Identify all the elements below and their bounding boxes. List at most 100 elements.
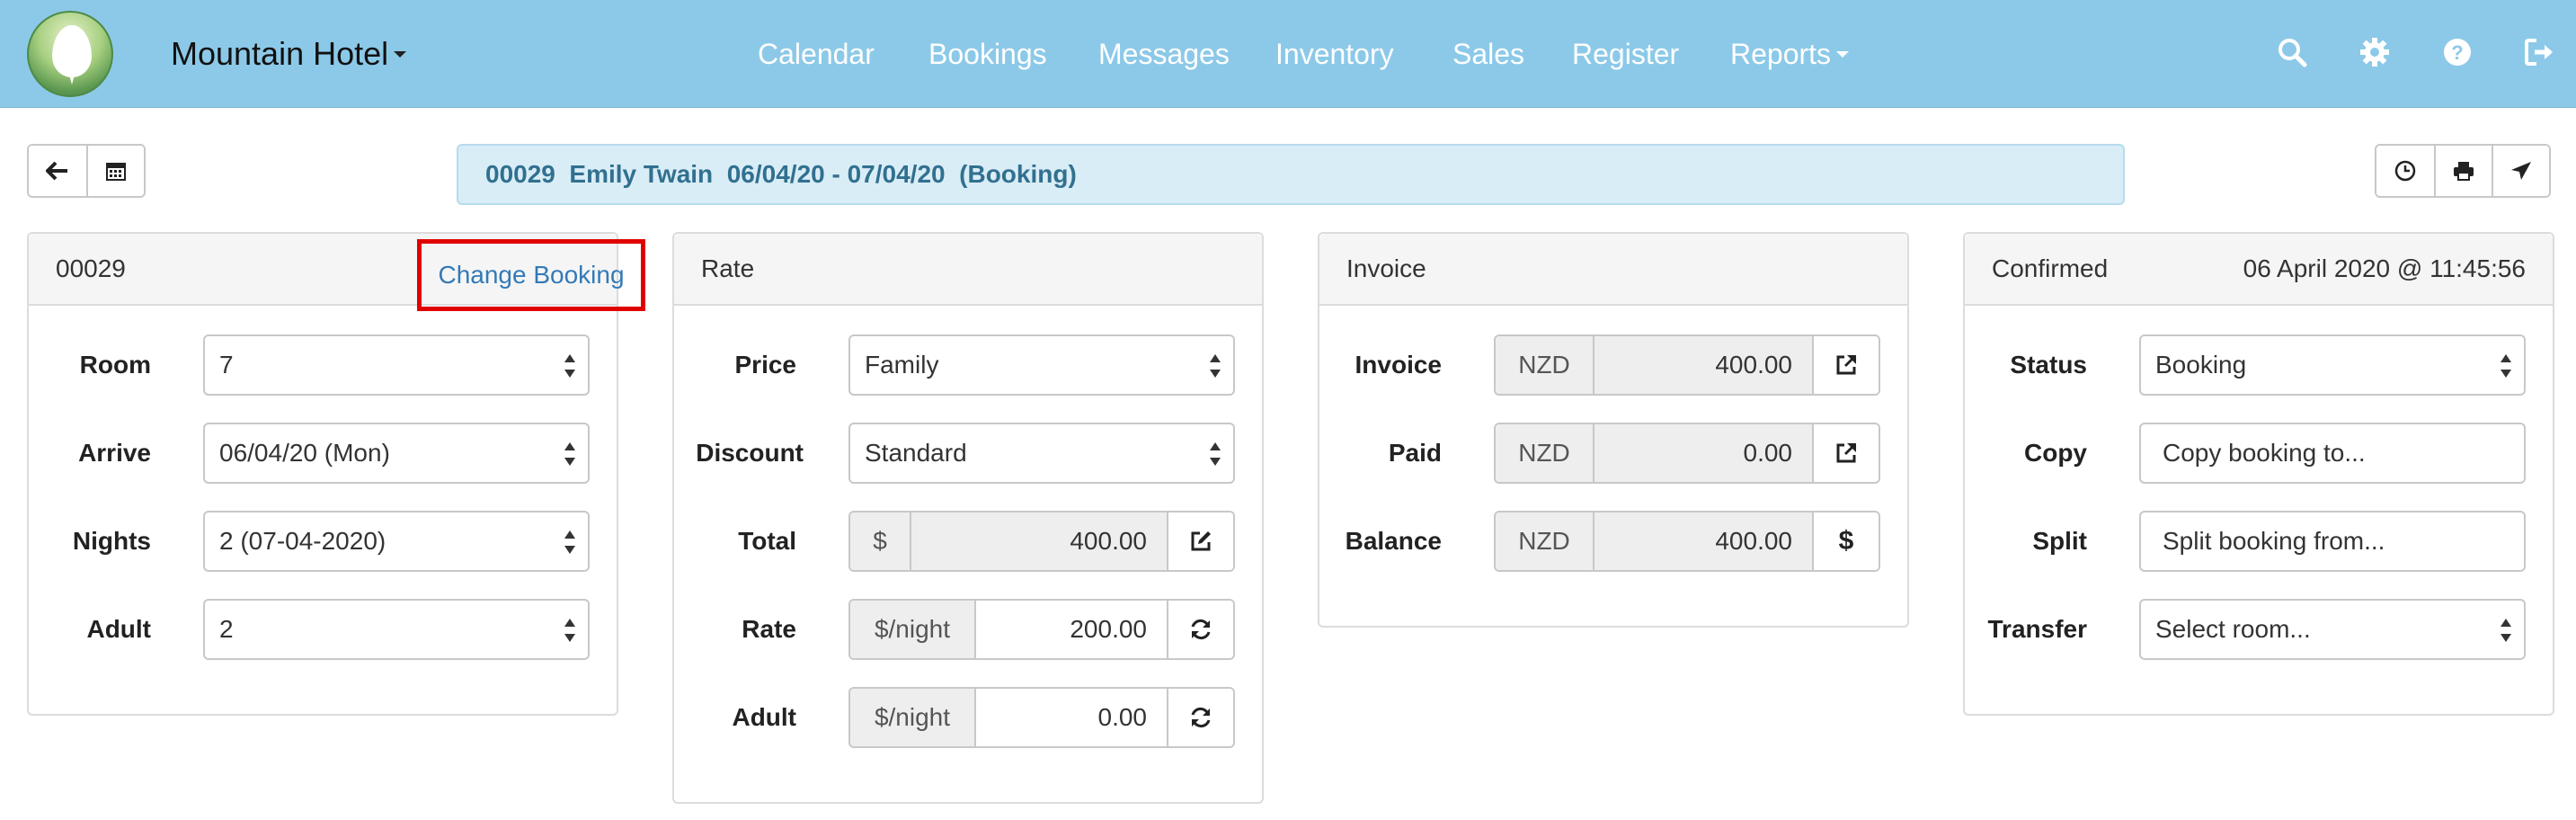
price-value: Family	[865, 351, 939, 379]
rate-field[interactable]: 200.00	[976, 601, 1167, 658]
arrive-select[interactable]: 06/04/20 (Mon)	[203, 423, 590, 484]
edit-total-button[interactable]	[1167, 512, 1233, 570]
rate-unit: $/night	[850, 601, 976, 658]
nav-messages[interactable]: Messages	[1098, 32, 1230, 76]
external-link-icon	[1836, 355, 1856, 375]
dollar-icon: $	[1838, 526, 1854, 556]
nav-inventory[interactable]: Inventory	[1275, 32, 1394, 76]
history-button[interactable]	[2376, 146, 2434, 196]
total-field: 400.00	[911, 512, 1167, 570]
calendar-button[interactable]	[86, 146, 144, 196]
pay-balance-button[interactable]: $	[1812, 512, 1879, 570]
select-arrows-icon	[564, 619, 575, 642]
price-select[interactable]: Family	[848, 334, 1235, 396]
rate-panel-title: Rate	[701, 254, 755, 282]
booking-id: 00029	[56, 254, 126, 282]
adult-rate-label: Adult	[732, 703, 796, 731]
send-icon	[2511, 162, 2531, 180]
balance-currency: NZD	[1496, 512, 1594, 570]
print-button[interactable]	[2434, 146, 2492, 196]
change-booking-link[interactable]: Change Booking	[417, 239, 645, 311]
rate-panel-header: Rate	[674, 234, 1262, 306]
adult-select[interactable]: 2	[203, 599, 590, 660]
hotel-switcher[interactable]: Mountain Hotel	[171, 32, 407, 76]
clock-icon	[2394, 160, 2416, 182]
split-label: Split	[2032, 527, 2087, 555]
rate-input-group: $/night 200.00	[848, 599, 1235, 660]
copy-row: Copy Copy booking to...	[1965, 423, 2553, 484]
room-select[interactable]: 7	[203, 334, 590, 396]
help-icon[interactable]: ?	[2439, 34, 2475, 70]
hotel-name: Mountain Hotel	[171, 35, 389, 72]
nav-sales[interactable]: Sales	[1452, 32, 1524, 76]
adult-rate-field[interactable]: 0.00	[976, 689, 1167, 746]
send-button[interactable]	[2492, 146, 2549, 196]
adult-rate-row: Adult $/night 0.00	[674, 687, 1262, 748]
transfer-placeholder: Select room...	[2155, 615, 2311, 643]
arrow-left-icon	[46, 161, 67, 181]
copy-booking-button[interactable]: Copy booking to...	[2139, 423, 2526, 484]
invoice-panel-header: Invoice	[1319, 234, 1907, 306]
nav-reports-label: Reports	[1730, 38, 1832, 70]
invoice-row: Invoice NZD 400.00	[1319, 334, 1907, 396]
room-label: Room	[79, 351, 151, 379]
select-arrows-icon	[564, 354, 575, 378]
split-booking-button[interactable]: Split booking from...	[2139, 511, 2526, 572]
status-select[interactable]: Booking	[2139, 334, 2526, 396]
paid-input-group: NZD 0.00	[1494, 423, 1880, 484]
paid-label: Paid	[1388, 439, 1442, 467]
status-panel-header: Confirmed 06 April 2020 @ 11:45:56	[1965, 234, 2553, 306]
select-arrows-icon	[1210, 442, 1221, 466]
nav-calendar[interactable]: Calendar	[758, 32, 875, 76]
price-label: Price	[734, 351, 797, 379]
arrive-label: Arrive	[78, 439, 151, 467]
discount-select[interactable]: Standard	[848, 423, 1235, 484]
total-input-group: $ 400.00	[848, 511, 1235, 572]
total-row: Total $ 400.00	[674, 511, 1262, 572]
booking-panel: 00029 Change Booking Room 7 Arrive 06/04…	[27, 232, 645, 716]
print-icon	[2454, 162, 2474, 181]
rate-row: Rate $/night 200.00	[674, 599, 1262, 660]
hotel-logo[interactable]	[27, 11, 113, 97]
total-label: Total	[738, 527, 796, 555]
select-arrows-icon	[1210, 354, 1221, 378]
invoice-panel-title: Invoice	[1346, 254, 1426, 282]
select-arrows-icon	[2500, 354, 2511, 378]
discount-value: Standard	[865, 439, 967, 467]
open-payments-button[interactable]	[1812, 424, 1879, 482]
status-value: Booking	[2155, 351, 2247, 379]
refresh-icon	[1191, 619, 1211, 640]
paid-amount: 0.00	[1594, 424, 1812, 482]
room-row: Room 7	[29, 334, 617, 396]
status-label: Status	[2010, 351, 2087, 379]
nav-register[interactable]: Register	[1572, 32, 1679, 76]
back-button[interactable]	[29, 146, 86, 196]
invoice-currency: NZD	[1496, 336, 1594, 394]
confirmed-timestamp: 06 April 2020 @ 11:45:56	[2243, 254, 2526, 282]
refresh-rate-button[interactable]	[1167, 601, 1233, 658]
chevron-down-icon	[394, 50, 407, 58]
nav-reports[interactable]: Reports	[1730, 32, 1850, 76]
nav-bookings[interactable]: Bookings	[928, 32, 1047, 76]
gear-icon[interactable]	[2357, 34, 2393, 70]
paid-currency: NZD	[1496, 424, 1594, 482]
logout-icon[interactable]	[2522, 34, 2558, 70]
discount-label: Discount	[696, 439, 804, 467]
open-invoice-button[interactable]	[1812, 336, 1879, 394]
price-row: Price Family	[674, 334, 1262, 396]
refresh-adult-rate-button[interactable]	[1167, 689, 1233, 746]
nights-select[interactable]: 2 (07-04-2020)	[203, 511, 590, 572]
search-icon[interactable]	[2274, 34, 2310, 70]
top-navbar: Mountain Hotel Calendar Bookings Message…	[0, 0, 2576, 108]
calendar-icon	[106, 163, 126, 181]
transfer-row: Transfer Select room...	[1965, 599, 2553, 660]
total-unit: $	[850, 512, 911, 570]
select-arrows-icon	[564, 442, 575, 466]
edit-icon	[1191, 531, 1211, 551]
select-arrows-icon	[2500, 619, 2511, 642]
transfer-select[interactable]: Select room...	[2139, 599, 2526, 660]
balance-label: Balance	[1345, 527, 1442, 555]
arrive-value: 06/04/20 (Mon)	[219, 439, 390, 467]
adult-value: 2	[219, 615, 234, 643]
adult-rate-unit: $/night	[850, 689, 976, 746]
